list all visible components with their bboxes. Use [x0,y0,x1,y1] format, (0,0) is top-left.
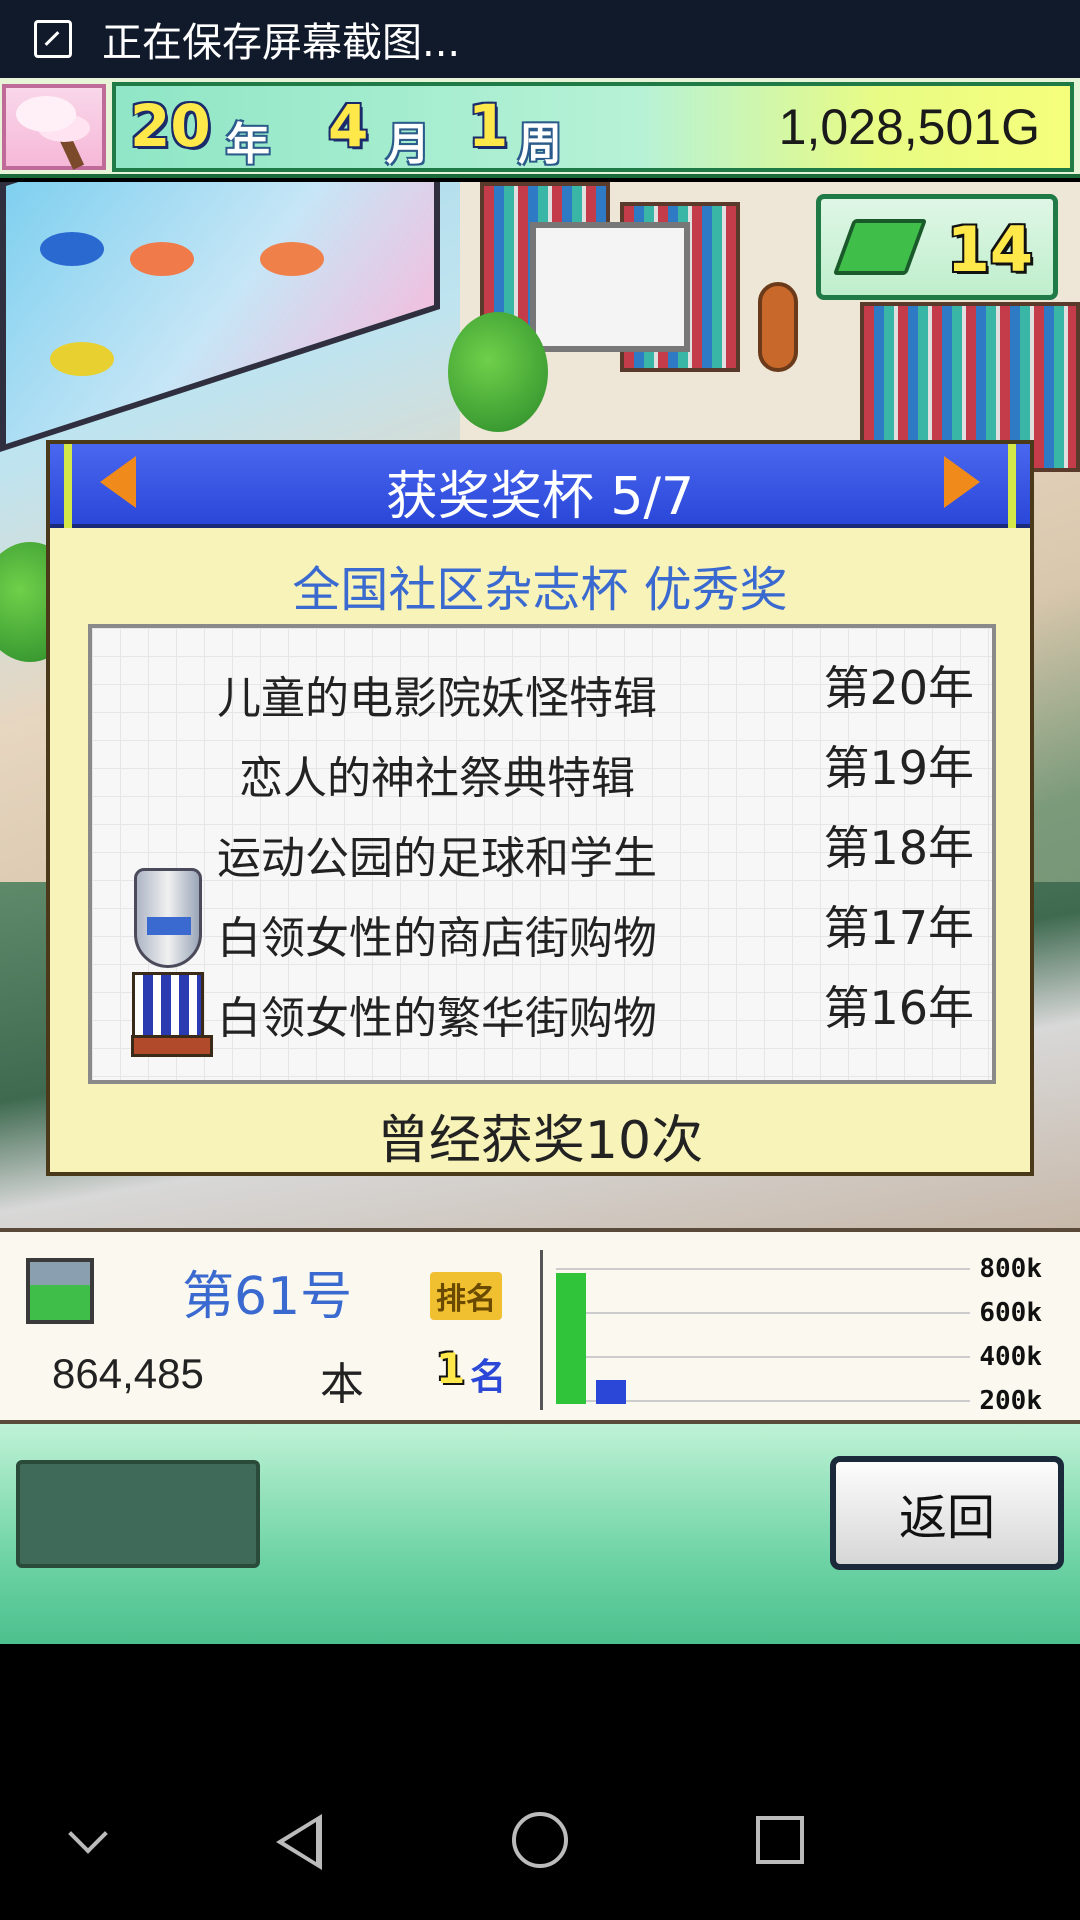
chart-bar [556,1273,586,1404]
money-amount: 1,028,501G [778,99,1040,155]
chart-tick-label: 800k [979,1254,1042,1284]
book-icon [832,219,928,275]
entry-year: 第17年 [823,901,974,955]
chart-tick-label: 600k [979,1298,1042,1328]
rank-unit: 名 [470,1357,507,1398]
total-wins: 曾经获奖10次 [376,1111,704,1171]
sales-count: 864,485 [52,1350,204,1397]
magazine-stats-bar: 第61号 排名 864,485 本 1 名 800k 600k 400k 200k [0,1228,1080,1424]
status-bar: 正在保存屏幕截图... [0,0,1080,78]
date-money-bar: 20 年 4 月 1 周 1,028,501G [112,82,1074,172]
book-count: 14 [946,213,1033,286]
entry-year: 第16年 [823,981,974,1035]
entry-name: 恋人的神社祭典特辑 [239,753,635,804]
action-area: 返回 [0,1424,1080,1644]
issue-number: 第61号 [182,1267,353,1327]
award-history-list: 儿童的电影院妖怪特辑 第20年 恋人的神社祭典特辑 第19年 运动公园的足球和学… [88,624,996,1084]
list-item: 恋人的神社祭典特辑 第19年 [92,728,996,808]
award-name: 全国社区杂志杯 优秀奖 [292,562,788,618]
back-button[interactable]: 返回 [830,1456,1064,1570]
panel-header: 获奖奖杯 5/7 [50,444,1030,528]
aquarium [0,182,440,452]
fish-icon [260,242,324,276]
divider [540,1250,543,1410]
panel-title: 获奖奖杯 5/7 [385,467,695,527]
recent-apps-icon[interactable] [756,1816,804,1864]
fish-icon [40,232,104,266]
clock-icon [758,282,798,372]
plant-icon [448,312,548,432]
sales-unit: 本 [320,1359,364,1410]
entry-name: 儿童的电影院妖怪特辑 [217,673,657,724]
week-unit: 周 [518,119,562,170]
fish-icon [130,242,194,276]
entry-name: 白领女性的繁华街购物 [217,993,657,1044]
chart-tick-label: 200k [979,1386,1042,1416]
rank-label: 排名 [430,1272,502,1320]
next-arrow-button[interactable] [944,456,980,508]
chart-gridline [556,1268,970,1270]
list-item: 白领女性的繁华街购物 第16年 [92,968,996,1048]
week-value: 1 [468,92,509,160]
screenshot-icon [34,20,72,58]
chart-gridline [556,1356,970,1358]
month-unit: 月 [386,119,430,170]
empty-slot-button[interactable] [16,1460,260,1568]
list-item: 白领女性的商店街购物 第17年 [92,888,996,968]
award-trophy-panel: 获奖奖杯 5/7 全国社区杂志杯 优秀奖 儿童的电影院妖怪特辑 第20年 恋人的… [46,440,1034,1176]
list-item: 儿童的电影院妖怪特辑 第20年 [92,648,996,728]
entry-name: 白领女性的商店街购物 [217,913,657,964]
back-icon[interactable] [276,1814,322,1870]
status-text: 正在保存屏幕截图... [102,20,461,66]
system-nav-bar [0,1644,1080,1920]
rank-value: 1 [436,1344,466,1393]
month-value: 4 [328,92,369,160]
entry-year: 第20年 [823,661,974,715]
sales-chart: 800k 600k 400k 200k [550,1250,1050,1416]
cherry-blossom-season-icon [2,84,106,170]
chevron-down-icon[interactable] [68,1814,108,1854]
list-item: 运动公园的足球和学生 第18年 [92,808,996,888]
year-value: 20 [130,92,211,160]
year-unit: 年 [226,119,270,170]
chart-bar [596,1380,626,1404]
chart-gridline [556,1312,970,1314]
whiteboard [530,222,690,352]
entry-name: 运动公园的足球和学生 [217,833,657,884]
fish-icon [50,342,114,376]
top-hud: 20 年 4 月 1 周 1,028,501G [0,78,1080,178]
entry-year: 第19年 [823,741,974,795]
book-counter[interactable]: 14 [816,194,1058,300]
chart-tick-label: 400k [979,1342,1042,1372]
magazine-icon [26,1258,94,1324]
home-icon[interactable] [512,1812,568,1868]
entry-year: 第18年 [823,821,974,875]
